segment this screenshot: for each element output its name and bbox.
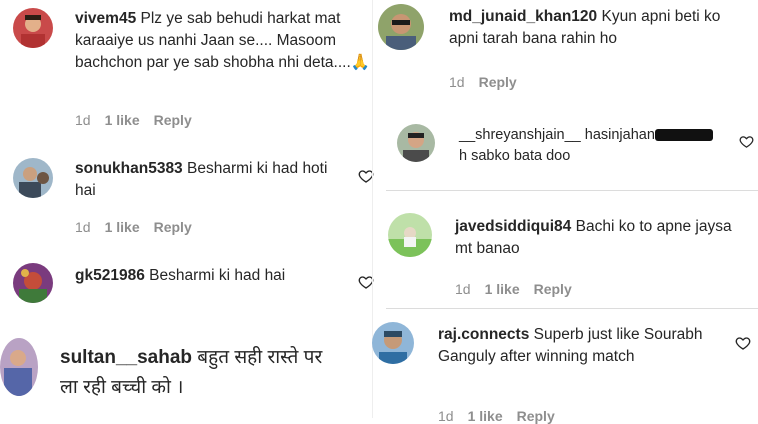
comment-body: sonukhan5383 Besharmi ki had hoti hai [75,158,345,202]
like-heart-icon[interactable] [739,134,754,149]
comment-body: javedsiddiqui84 Bachi ko to apne jaysa m… [455,216,745,260]
reply-button[interactable]: Reply [517,408,555,424]
likes-count[interactable]: 1 like [468,408,503,424]
comment-username[interactable]: gk521986 [75,267,145,284]
comment-meta: 1d 1 like Reply [438,408,569,424]
comment-meta: 1d 1 like Reply [75,112,206,128]
avatar[interactable] [372,322,414,364]
comment-meta: 1d 1 like Reply [455,281,586,297]
avatar[interactable] [13,8,53,48]
section-divider [386,190,758,191]
reply-button[interactable]: Reply [154,112,192,128]
reply-button[interactable]: Reply [534,281,572,297]
section-divider [386,308,758,309]
comment-body: raj.connects Superb just like Sourabh Ga… [438,324,708,368]
comment-meta: 1d 1 like Reply [75,219,206,235]
comment-username[interactable]: javedsiddiqui84 [455,218,571,235]
likes-count[interactable]: 1 like [485,281,520,297]
panel-divider [372,0,373,418]
comment-body: md_junaid_khan120 Kyun apni beti ko apni… [449,6,749,50]
comment-time: 1d [75,112,91,128]
reply-button[interactable]: Reply [479,74,517,90]
comment-username[interactable]: md_junaid_khan120 [449,8,597,25]
comment-text: Besharmi ki had hai [149,267,286,284]
comment-meta: 1d Reply [449,74,531,90]
comment-text-suffix: h sabko bata doo [459,148,571,164]
like-heart-icon[interactable] [735,335,751,351]
comment-time: 1d [449,74,465,90]
reply-button[interactable]: Reply [154,219,192,235]
comment-username[interactable]: vivem45 [75,10,136,27]
comment-time: 1d [455,281,471,297]
comment-username[interactable]: raj.connects [438,326,529,343]
comment-time: 1d [438,408,454,424]
likes-count[interactable]: 1 like [105,112,140,128]
avatar[interactable] [378,4,424,50]
comment-body: vivem45 Plz ye sab behudi harkat mat kar… [75,8,375,74]
comment-username[interactable]: sultan__sahab [60,347,192,368]
comment-body: gk521986 Besharmi ki had hai [75,265,345,287]
avatar[interactable] [13,158,53,198]
comment-body: sultan__sahab बहुत सही रास्ते पर ला रही … [60,343,345,403]
redaction-mark [654,129,713,142]
comment-username[interactable]: __shreyanshjain__ [459,127,581,143]
avatar[interactable] [13,263,53,303]
avatar[interactable] [388,213,432,257]
avatar[interactable] [0,338,38,396]
comment-time: 1d [75,219,91,235]
comment-username[interactable]: sonukhan5383 [75,160,183,177]
comment-body: __shreyanshjain__ hasinjahan h sabko bat… [459,125,729,167]
comment-text-prefix: hasinjahan [584,127,655,143]
likes-count[interactable]: 1 like [105,219,140,235]
avatar[interactable] [397,124,435,162]
